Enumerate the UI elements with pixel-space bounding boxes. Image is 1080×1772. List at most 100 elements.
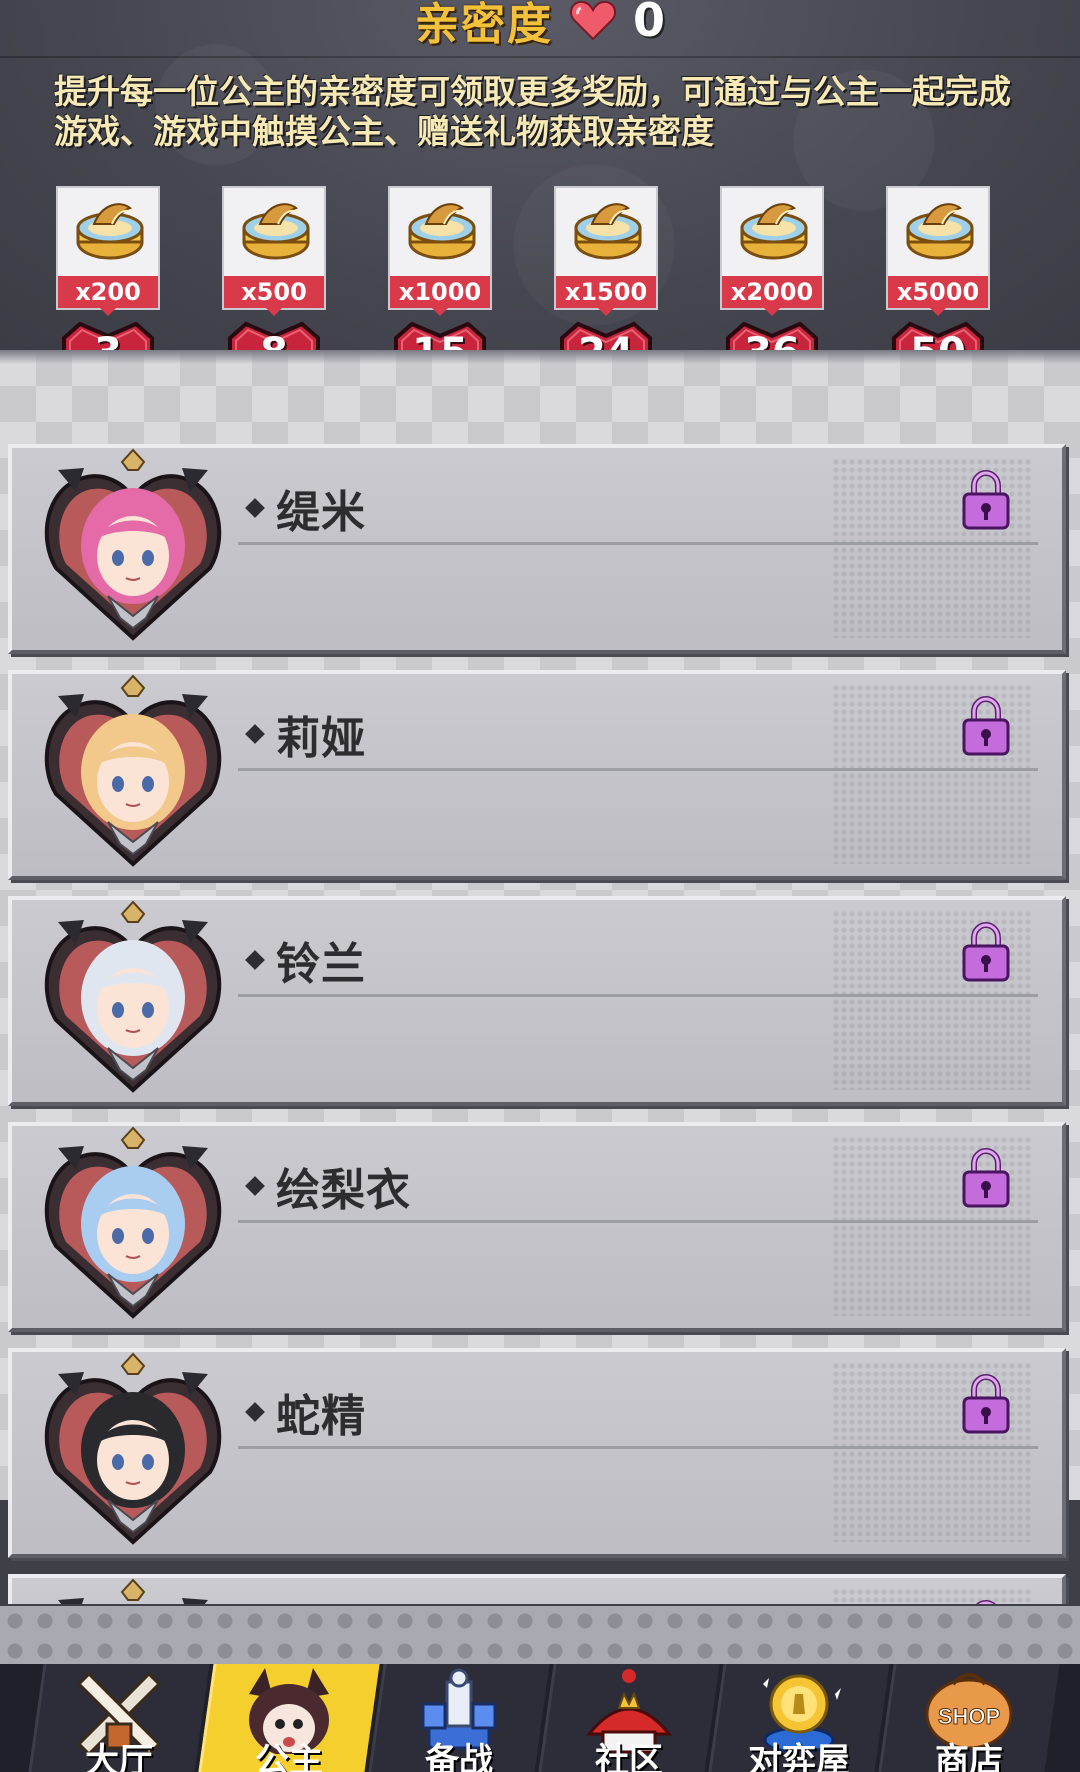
reward-level: 3: [60, 330, 156, 350]
princess-portrait-icon: [44, 1352, 222, 1545]
princess-card[interactable]: 绘梨衣: [8, 1122, 1066, 1332]
princess-portrait-icon: [44, 900, 222, 1093]
reward-level-badge: 24: [558, 316, 654, 350]
shop-icon-text: SHOP: [938, 1704, 1000, 1729]
princess-name: 缇米: [276, 487, 366, 538]
card-divider: [238, 768, 1038, 771]
card-divider: [238, 542, 1038, 545]
nav-tab-label: 商店: [935, 1741, 1003, 1772]
food-can-icon: [76, 203, 144, 260]
princess-avatar[interactable]: [38, 900, 228, 1096]
lock-icon[interactable]: [960, 1374, 1012, 1434]
food-can-icon: [740, 203, 808, 260]
nav-tab-2[interactable]: 备战: [368, 1664, 550, 1772]
card-divider: [238, 994, 1038, 997]
reward-quantity: x2000: [722, 276, 822, 316]
princess-avatar[interactable]: [38, 674, 228, 870]
lock-icon[interactable]: [960, 470, 1012, 530]
princess-avatar[interactable]: [38, 448, 228, 644]
princess-name: 蛇精: [276, 1391, 366, 1442]
nav-tab-label: 对弈屋: [748, 1741, 850, 1772]
affinity-description: 提升每一位公主的亲密度可领取更多奖励，可通过与公主一起完成游戏、游戏中触摸公主、…: [54, 72, 1011, 151]
nav-tab-label: 社区: [595, 1741, 663, 1772]
princess-portrait-icon: [44, 448, 222, 641]
lock-icon[interactable]: [960, 696, 1012, 756]
lock-icon[interactable]: [960, 922, 1012, 982]
princess-card[interactable]: 缇米: [8, 444, 1066, 654]
reward-level-badge: 36: [724, 316, 820, 350]
affinity-header: 亲密度 0 提升每一位公主的亲密度可领取更多奖励，可通过与公主一起完成游戏、游戏…: [0, 0, 1080, 350]
princess-portrait-icon: [44, 1126, 222, 1319]
reward-card[interactable]: x1500: [554, 186, 658, 316]
card-divider: [238, 1220, 1038, 1223]
reward-quantity: x1500: [556, 276, 656, 316]
princess-name-row: 缇米: [245, 480, 366, 538]
nav-tab-3[interactable]: 社区: [538, 1664, 720, 1772]
header-divider: [0, 56, 1080, 58]
food-can-icon: [906, 203, 974, 260]
header-shadow: [0, 350, 1080, 364]
princess-card[interactable]: [8, 1574, 1066, 1604]
food-can-icon: [242, 203, 310, 260]
princess-name-row: 蛇精: [245, 1384, 366, 1442]
princess-list[interactable]: 缇米 莉娅 铃兰 绘梨衣 蛇精: [0, 444, 1080, 1604]
reward-quantity: x500: [224, 276, 324, 316]
nav-tab-4[interactable]: 对弈屋: [708, 1664, 890, 1772]
reward-item[interactable]: x2000 36: [720, 186, 824, 350]
reward-level-badge: 3: [60, 316, 156, 350]
nav-tab-label: 大厅: [85, 1741, 153, 1772]
princess-avatar[interactable]: [38, 1578, 228, 1604]
reward-quantity: x5000: [888, 276, 988, 316]
princess-card[interactable]: 莉娅: [8, 670, 1066, 880]
affinity-value: 0: [632, 0, 665, 47]
diamond-bullet-icon: [245, 1176, 265, 1196]
diamond-bullet-icon: [245, 724, 265, 744]
diamond-bullet-icon: [245, 1402, 265, 1422]
nav-tab-label: 备战: [425, 1741, 493, 1772]
princess-name: 铃兰: [276, 939, 366, 990]
princess-name-row: 铃兰: [245, 932, 366, 990]
princess-name-row: 绘梨衣: [245, 1158, 411, 1216]
princess-card[interactable]: 铃兰: [8, 896, 1066, 1106]
reward-item[interactable]: x1500 24: [554, 186, 658, 350]
reward-card[interactable]: x5000: [886, 186, 990, 316]
page-title: 亲密度: [414, 0, 553, 50]
reward-quantity: x1000: [390, 276, 490, 316]
princess-avatar[interactable]: [38, 1126, 228, 1322]
reward-item[interactable]: x200 3: [56, 186, 160, 350]
diamond-bullet-icon: [245, 498, 265, 518]
nav-tab-label: 公主: [255, 1741, 323, 1772]
reward-item[interactable]: x5000 50: [886, 186, 990, 350]
princess-name-row: 莉娅: [245, 706, 366, 764]
app-root: 亲密度 0 提升每一位公主的亲密度可领取更多奖励，可通过与公主一起完成游戏、游戏…: [0, 0, 1080, 1772]
food-can-icon: [574, 203, 642, 260]
reward-level-badge: 50: [890, 316, 986, 350]
lock-icon[interactable]: [960, 1148, 1012, 1208]
reward-card[interactable]: x2000: [720, 186, 824, 316]
reward-card[interactable]: x1000: [388, 186, 492, 316]
reward-level: 8: [226, 330, 322, 350]
reward-level: 36: [724, 330, 820, 350]
princess-card[interactable]: 蛇精: [8, 1348, 1066, 1558]
princess-avatar[interactable]: [38, 1352, 228, 1548]
nav-tab-5[interactable]: SHOP 商店: [878, 1664, 1060, 1772]
reward-item[interactable]: x1000 15: [388, 186, 492, 350]
reward-level: 24: [558, 330, 654, 350]
card-divider: [238, 1446, 1038, 1449]
reward-level: 15: [392, 330, 488, 350]
nav-tab-1[interactable]: 公主: [198, 1664, 380, 1772]
bottom-nav: 大厅 公主 备战 社区 对弈屋 SHOP 商店: [0, 1664, 1080, 1772]
reward-quantity: x200: [58, 276, 158, 316]
princess-portrait-icon: [44, 674, 222, 867]
reward-track: x200 3 x500 8: [0, 186, 1080, 350]
diamond-bullet-icon: [245, 950, 265, 970]
nav-tab-0[interactable]: 大厅: [28, 1664, 210, 1772]
lock-icon[interactable]: [960, 1600, 1012, 1604]
reward-item[interactable]: x500 8: [222, 186, 326, 350]
reward-card[interactable]: x200: [56, 186, 160, 316]
princess-portrait-icon: [58, 1578, 208, 1604]
reward-level: 50: [890, 330, 986, 350]
reward-card[interactable]: x500: [222, 186, 326, 316]
princess-name: 莉娅: [276, 713, 366, 764]
food-can-icon: [408, 203, 476, 260]
